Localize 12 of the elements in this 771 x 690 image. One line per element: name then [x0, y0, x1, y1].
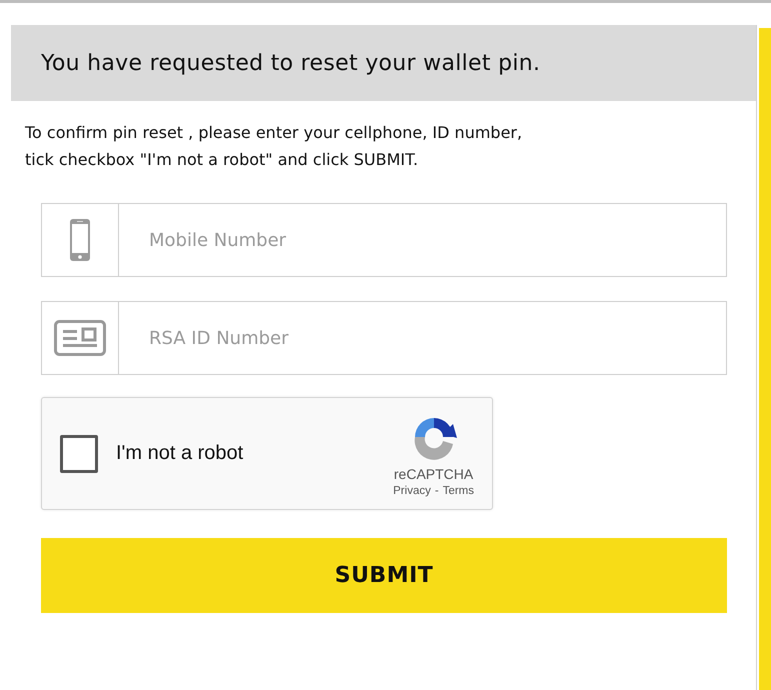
- instruction-text: To confirm pin reset , please enter your cellphone, ID number,: [25, 122, 524, 144]
- checkbox-label: I'm not a robot: [116, 442, 244, 465]
- privacy-link[interactable]: Privacy: [393, 485, 431, 497]
- terms-link[interactable]: Terms: [442, 485, 474, 497]
- brand-text: reCAPTCHA: [394, 466, 474, 482]
- id-card-icon: [54, 320, 106, 356]
- separator-text: -: [434, 485, 439, 497]
- page-title: You have requested to reset your wallet pin.: [41, 50, 540, 76]
- checkbox[interactable]: [60, 434, 98, 472]
- instruction-text: tick checkbox "I'm not a robot" and click SUBMIT.: [25, 149, 420, 171]
- submit-button[interactable]: SUBMIT: [41, 538, 727, 613]
- phone-icon: [69, 218, 91, 262]
